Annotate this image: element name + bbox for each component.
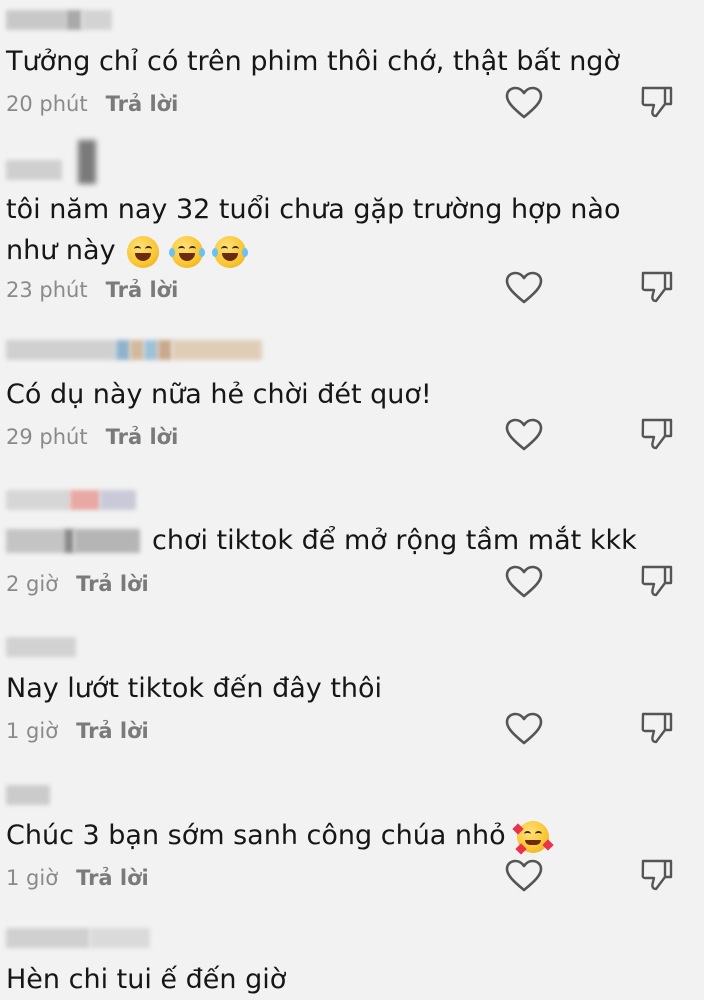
dislike-icon[interactable]	[639, 269, 675, 305]
reply-button[interactable]: Trả lời	[76, 864, 149, 892]
avatar-blurred	[78, 140, 96, 184]
tears-of-joy-emoji	[212, 235, 249, 268]
heart-icon[interactable]	[505, 565, 543, 599]
username-blurred[interactable]	[6, 340, 262, 360]
mention-blurred[interactable]	[6, 528, 140, 553]
reply-button[interactable]: Trả lời	[106, 90, 179, 118]
comment-text: Nay lướt tiktok đến đây thôi	[6, 673, 383, 704]
comment-list: Tưởng chỉ có trên phim thôi chớ, thật bấ…	[0, 0, 704, 1000]
grinning-face-emoji	[127, 235, 160, 268]
comment-meta: 1 giờ Trả lời	[6, 717, 149, 745]
heart-icon[interactable]	[505, 859, 543, 893]
comment-text-row: chơi tiktok để mở rộng tầm mắt kkk	[6, 520, 637, 561]
comment-time: 1 giờ	[6, 719, 59, 743]
tears-of-joy-emoji	[168, 235, 205, 268]
comment-text-line2-label: như này	[6, 235, 116, 266]
comment-time: 29 phút	[6, 425, 88, 449]
comment-text: Chúc 3 bạn sớm sanh công chúa nhỏ	[6, 820, 506, 851]
comment-text-line2: như này	[6, 230, 249, 271]
username-blurred[interactable]	[6, 10, 112, 30]
heart-icon[interactable]	[505, 418, 543, 452]
reply-button[interactable]: Trả lời	[106, 423, 179, 451]
comment-meta: 23 phút Trả lời	[6, 276, 178, 304]
comment-time: 2 giờ	[6, 572, 59, 596]
heart-icon[interactable]	[505, 86, 543, 120]
dislike-icon[interactable]	[639, 563, 675, 599]
dislike-icon[interactable]	[639, 416, 675, 452]
comment-time: 1 giờ	[6, 866, 59, 890]
comment-text: Hèn chi tui ế đến giờ	[6, 964, 287, 995]
comment-text-line1: tôi năm nay 32 tuổi chưa gặp trường hợp …	[6, 194, 621, 225]
heart-icon[interactable]	[505, 712, 543, 746]
comment-text: chơi tiktok để mở rộng tầm mắt kkk	[152, 525, 637, 556]
comment-text-row: Chúc 3 bạn sớm sanh công chúa nhỏ	[6, 815, 554, 856]
smiling-face-with-hearts-emoji	[512, 820, 554, 855]
comment-meta: 29 phút Trả lời	[6, 423, 178, 451]
comment-meta: 1 giờ Trả lời	[6, 864, 149, 892]
comment-time: 20 phút	[6, 92, 88, 116]
username-blurred[interactable]	[6, 785, 50, 805]
heart-icon[interactable]	[505, 271, 543, 305]
username-blurred[interactable]	[6, 637, 76, 657]
dislike-icon[interactable]	[639, 710, 675, 746]
comment-meta: 20 phút Trả lời	[6, 90, 178, 118]
dislike-icon[interactable]	[639, 857, 675, 893]
username-blurred[interactable]	[6, 160, 62, 180]
comment-time: 23 phút	[6, 278, 88, 302]
dislike-icon[interactable]	[639, 84, 675, 120]
username-blurred[interactable]	[6, 928, 150, 948]
username-blurred[interactable]	[6, 490, 136, 510]
comment-text: Tưởng chỉ có trên phim thôi chớ, thật bấ…	[6, 46, 620, 77]
reply-button[interactable]: Trả lời	[76, 717, 149, 745]
reply-button[interactable]: Trả lời	[76, 570, 149, 598]
comment-meta: 2 giờ Trả lời	[6, 570, 149, 598]
comment-text: Có dụ này nữa hẻ chời đét quơ!	[6, 379, 432, 410]
reply-button[interactable]: Trả lời	[106, 276, 179, 304]
